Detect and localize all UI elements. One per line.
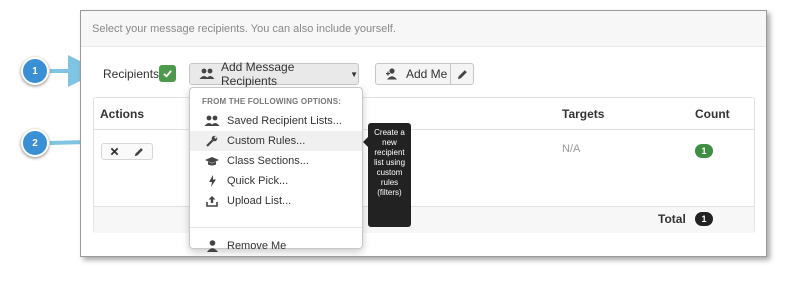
add-message-recipients-button[interactable]: Add Message Recipients ▼	[189, 60, 359, 88]
users-icon	[199, 68, 215, 80]
menu-item-label: Custom Rules...	[227, 135, 306, 147]
user-icon	[204, 240, 220, 252]
total-label: Total	[658, 212, 686, 226]
menu-item-label: Remove Me	[227, 240, 287, 252]
pencil-icon[interactable]	[134, 147, 144, 157]
recipients-label: Recipients	[103, 67, 160, 81]
menu-item-label: Upload List...	[227, 195, 292, 207]
chevron-down-icon: ▼	[350, 69, 358, 79]
dropdown-divider	[190, 227, 362, 228]
graduation-cap-icon	[204, 156, 220, 167]
menu-item-label: Saved Recipient Lists...	[227, 115, 342, 127]
menu-item-label: Class Sections...	[227, 155, 309, 167]
instruction-band: Select your message recipients. You can …	[81, 11, 766, 47]
add-recipients-dropdown: FROM THE FOLLOWING OPTIONS: Saved Recipi…	[189, 87, 363, 252]
callout-1: 1	[21, 57, 49, 85]
row-count-badge: 1	[695, 144, 713, 158]
row-targets: N/A	[562, 143, 581, 155]
menu-item-upload-list[interactable]: Upload List...	[190, 191, 362, 211]
recipients-panel: Select your message recipients. You can …	[80, 10, 767, 257]
menu-item-saved-recipient-lists[interactable]: Saved Recipient Lists...	[190, 111, 362, 131]
users-icon	[204, 115, 220, 127]
check-icon	[163, 70, 172, 78]
bolt-icon	[204, 175, 220, 187]
menu-item-custom-rules[interactable]: Custom Rules...	[190, 131, 362, 151]
row-actions	[101, 143, 153, 160]
recipients-checkbox[interactable]	[159, 65, 176, 82]
dropdown-heading: FROM THE FOLLOWING OPTIONS:	[202, 97, 342, 106]
edit-me-button[interactable]	[450, 63, 474, 85]
menu-item-remove-me[interactable]: Remove Me	[190, 236, 362, 256]
callout-2: 2	[21, 129, 49, 157]
actions-header: Actions	[100, 107, 145, 121]
add-me-button[interactable]: Add Me	[375, 63, 451, 85]
menu-item-quick-pick[interactable]: Quick Pick...	[190, 171, 362, 191]
delete-icon[interactable]	[110, 147, 119, 156]
wrench-icon	[204, 135, 220, 147]
total-count-badge: 1	[695, 212, 713, 226]
menu-item-class-sections[interactable]: Class Sections...	[190, 151, 362, 171]
instruction-text: Select your message recipients. You can …	[92, 23, 396, 35]
custom-rules-tooltip: Create a new recipient list using custom…	[368, 123, 411, 227]
user-plus-icon	[386, 68, 400, 80]
upload-icon	[204, 195, 220, 207]
pencil-icon	[457, 69, 467, 79]
count-header: Count	[695, 107, 730, 121]
targets-header: Targets	[562, 107, 605, 121]
menu-item-label: Quick Pick...	[227, 175, 289, 187]
add-me-label: Add Me	[406, 67, 448, 81]
add-message-recipients-label: Add Message Recipients	[221, 60, 295, 88]
